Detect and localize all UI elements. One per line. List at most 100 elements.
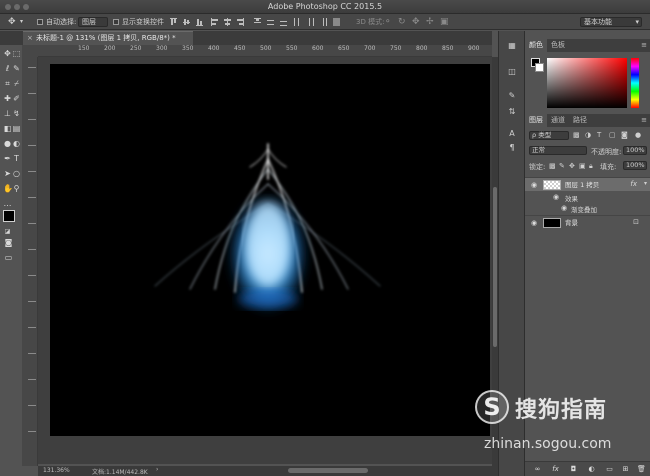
eye-icon[interactable]: ◉ xyxy=(561,204,567,212)
tab-layers[interactable]: 图层 xyxy=(525,114,547,127)
document-tab[interactable]: × 未标题-1 @ 131% (图层 1 拷贝, RGB/8*) * xyxy=(23,31,193,45)
brush-tool-icon[interactable]: ✐ xyxy=(12,94,21,103)
marquee-tool-icon[interactable]: ⬚ xyxy=(12,49,21,58)
add-layer-style-icon[interactable]: fx xyxy=(551,465,560,474)
clone-stamp-tool-icon[interactable]: ⊥ xyxy=(3,109,12,118)
blur-tool-icon[interactable]: ● xyxy=(3,139,12,148)
pan-3d-icon[interactable]: ✥ xyxy=(412,17,420,27)
hue-slider[interactable] xyxy=(631,58,639,108)
zoom-tool-icon[interactable]: ⚲ xyxy=(12,184,21,193)
distribute-horizontal-center-icon[interactable] xyxy=(307,18,314,26)
distribute-vertical-center-icon[interactable] xyxy=(267,18,274,26)
brush-panel-icon[interactable]: ✎ xyxy=(507,91,517,101)
fill-input[interactable]: 100% xyxy=(623,161,647,170)
toolbar-grip[interactable] xyxy=(0,31,22,45)
filter-smart-object-icon[interactable]: ◙ xyxy=(621,131,628,139)
move-tool-icon[interactable]: ✥ xyxy=(8,17,16,27)
slide-3d-icon[interactable]: ✢ xyxy=(426,17,434,27)
type-tool-icon[interactable]: T xyxy=(12,154,21,163)
horizontal-scroll-thumb[interactable] xyxy=(288,468,368,473)
layer-row[interactable]: ◉ 背景 ⊡ xyxy=(525,215,650,229)
history-panel-icon[interactable]: ▦ xyxy=(507,41,517,51)
eraser-tool-icon[interactable]: ◧ xyxy=(3,124,12,133)
filter-toggle-icon[interactable]: ● xyxy=(635,131,641,139)
layer-name[interactable]: 背景 xyxy=(565,218,578,228)
lock-image-icon[interactable]: ✎ xyxy=(559,162,565,170)
foreground-color-swatch[interactable] xyxy=(3,210,15,222)
filter-type-icon[interactable]: T xyxy=(597,131,601,139)
align-left-icon[interactable] xyxy=(211,18,218,26)
distribute-right-icon[interactable] xyxy=(320,18,327,26)
character-panel-icon[interactable]: A xyxy=(507,129,517,139)
workspace-select[interactable]: 基本功能 ▾ xyxy=(580,17,642,27)
canvas-area[interactable] xyxy=(38,57,492,464)
eyedropper-tool-icon[interactable]: ⌿ xyxy=(12,79,21,88)
hand-tool-icon[interactable]: ✋ xyxy=(3,184,13,193)
align-horizontal-center-icon[interactable] xyxy=(224,18,231,26)
orbit-3d-icon[interactable]: ⚬ xyxy=(384,17,392,27)
path-selection-tool-icon[interactable]: ➤ xyxy=(3,169,12,178)
document-canvas[interactable] xyxy=(50,64,490,436)
quick-select-tool-icon[interactable]: ✎ xyxy=(12,64,21,73)
chevron-down-icon[interactable]: ▾ xyxy=(20,17,23,27)
eye-icon[interactable]: ◉ xyxy=(530,181,538,189)
pen-tool-icon[interactable]: ✒ xyxy=(3,154,12,163)
roll-3d-icon[interactable]: ↻ xyxy=(398,17,406,27)
link-layers-icon[interactable]: ∞ xyxy=(533,465,542,474)
status-menu-icon[interactable]: › xyxy=(156,466,158,473)
shape-tool-icon[interactable]: ○ xyxy=(12,169,21,178)
tab-channels[interactable]: 通道 xyxy=(547,114,569,127)
layer-filter-select[interactable]: ρ 类型 xyxy=(529,131,569,140)
new-adjustment-layer-icon[interactable]: ◐ xyxy=(587,465,596,474)
crop-tool-icon[interactable]: ⌗ xyxy=(3,79,12,88)
new-layer-icon[interactable]: ⊞ xyxy=(621,465,630,474)
move-tool-icon[interactable]: ✥ xyxy=(3,49,12,58)
eye-icon[interactable]: ◉ xyxy=(530,219,538,227)
history-brush-tool-icon[interactable]: ↯ xyxy=(12,109,21,118)
color-field[interactable] xyxy=(547,58,627,108)
align-top-icon[interactable] xyxy=(170,18,177,26)
align-vertical-center-icon[interactable] xyxy=(183,18,190,26)
quick-mask-icon[interactable]: ◙ xyxy=(4,238,13,247)
panel-menu-icon[interactable]: ≡ xyxy=(641,116,647,124)
paragraph-panel-icon[interactable]: ¶ xyxy=(507,143,517,153)
show-transform-checkbox[interactable] xyxy=(113,19,119,25)
align-bottom-icon[interactable] xyxy=(196,18,203,26)
more-tools-icon[interactable]: … xyxy=(3,199,12,208)
lock-transparent-icon[interactable]: ▩ xyxy=(549,162,556,170)
auto-align-icon[interactable] xyxy=(333,18,340,26)
layer-name[interactable]: 图层 1 拷贝 xyxy=(565,180,599,190)
layer-row[interactable]: ◉ 图层 1 拷贝 fx ▾ xyxy=(525,177,650,191)
gradient-tool-icon[interactable]: ▤ xyxy=(12,124,21,133)
auto-select-checkbox[interactable] xyxy=(37,19,43,25)
chevron-down-icon[interactable]: ▾ xyxy=(644,180,647,187)
add-mask-icon[interactable]: ◘ xyxy=(569,465,578,474)
lock-all-icon[interactable]: 🔒︎ xyxy=(589,162,593,171)
color-panel-background-swatch[interactable] xyxy=(535,63,544,72)
scale-3d-icon[interactable]: ▣ xyxy=(440,17,449,27)
layer-effects-row[interactable]: ◉ 效果 xyxy=(525,192,650,203)
lasso-tool-icon[interactable]: ℓ xyxy=(3,64,12,73)
default-colors-icon[interactable]: ◪ xyxy=(3,227,12,236)
opacity-input[interactable]: 100% xyxy=(623,146,647,155)
distribute-bottom-icon[interactable] xyxy=(280,18,287,26)
tab-swatches[interactable]: 色板 xyxy=(547,39,569,52)
tab-paths[interactable]: 路径 xyxy=(569,114,591,127)
layer-effects-icon[interactable]: fx xyxy=(630,180,637,188)
vertical-scroll-thumb[interactable] xyxy=(493,187,497,347)
adjustments-panel-icon[interactable]: ⇅ xyxy=(507,107,517,117)
filter-pixel-icon[interactable]: ▩ xyxy=(573,131,580,139)
lock-position-icon[interactable]: ✥ xyxy=(569,162,575,170)
properties-panel-icon[interactable]: ◫ xyxy=(507,67,517,77)
screen-mode-icon[interactable]: ▭ xyxy=(4,253,13,262)
blend-mode-select[interactable]: 正常 xyxy=(529,146,587,155)
gradient-overlay-row[interactable]: ◉ 渐变叠加 xyxy=(525,203,650,214)
panel-menu-icon[interactable]: ≡ xyxy=(641,41,647,49)
tab-color[interactable]: 颜色 xyxy=(525,39,547,52)
zoom-level[interactable]: 131.36% xyxy=(43,467,70,474)
healing-brush-tool-icon[interactable]: ✚ xyxy=(3,94,12,103)
distribute-left-icon[interactable] xyxy=(294,18,301,26)
eye-icon[interactable]: ◉ xyxy=(553,193,559,201)
align-right-icon[interactable] xyxy=(237,18,244,26)
distribute-top-icon[interactable] xyxy=(254,18,261,26)
